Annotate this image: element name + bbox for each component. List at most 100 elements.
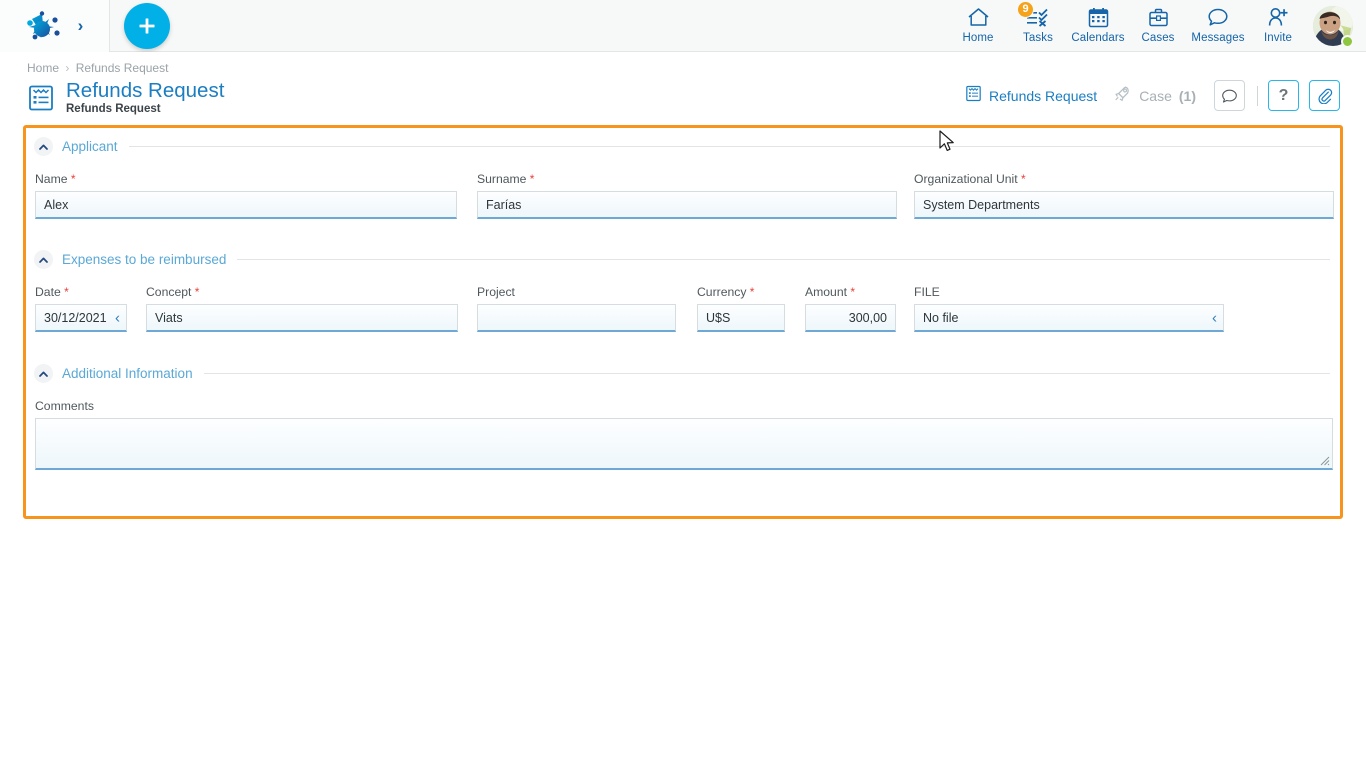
create-new-button[interactable] bbox=[124, 3, 170, 49]
nav-label-tasks: Tasks bbox=[1023, 32, 1053, 44]
calendar-picker-icon[interactable]: ‹ bbox=[115, 311, 120, 326]
bizagi-logo-icon bbox=[26, 11, 60, 41]
field-label-name: Name * bbox=[35, 172, 457, 186]
label-text-file: FILE bbox=[914, 285, 940, 299]
label-text-date: Date bbox=[35, 285, 61, 299]
topbar-nav-items: Home 9 Tasks bbox=[948, 0, 1366, 52]
field-label-project: Project bbox=[477, 285, 676, 299]
field-label-currency: Currency * bbox=[697, 285, 785, 299]
label-text-currency: Currency bbox=[697, 285, 746, 299]
label-text-surname: Surname bbox=[477, 172, 526, 186]
breadcrumb-current[interactable]: Refunds Request bbox=[76, 61, 169, 75]
section-header-expenses: Expenses to be reimbursed bbox=[34, 250, 1332, 269]
field-organizational-unit: Organizational Unit * System Departments bbox=[914, 172, 1334, 219]
section-header-additional: Additional Information bbox=[34, 364, 1332, 383]
tab-refunds-request[interactable]: Refunds Request bbox=[957, 81, 1105, 111]
concept-input[interactable]: Viats bbox=[146, 304, 458, 332]
field-surname: Surname * Farías bbox=[477, 172, 897, 219]
field-concept: Concept * Viats bbox=[146, 285, 458, 332]
input-wrapper-amount: 300,00 bbox=[805, 304, 896, 332]
field-label-date: Date * bbox=[35, 285, 127, 299]
help-button[interactable]: ? bbox=[1268, 80, 1299, 111]
name-input[interactable]: Alex bbox=[35, 191, 457, 219]
collapse-toggle-expenses[interactable] bbox=[34, 250, 53, 269]
rocket-icon bbox=[1113, 85, 1132, 107]
collapse-toggle-additional[interactable] bbox=[34, 364, 53, 383]
nav-item-calendars[interactable]: Calendars bbox=[1068, 0, 1128, 52]
organizational-unit-input[interactable]: System Departments bbox=[914, 191, 1334, 219]
input-wrapper-date: 30/12/2021 ‹ bbox=[35, 304, 127, 332]
nav-item-home[interactable]: Home bbox=[948, 0, 1008, 52]
tab-case-count: (1) bbox=[1179, 88, 1196, 104]
tab-case[interactable]: Case (1) bbox=[1105, 81, 1204, 111]
field-label-amount: Amount * bbox=[805, 285, 896, 299]
label-text-organizational-unit: Organizational Unit bbox=[914, 172, 1018, 186]
amount-input[interactable]: 300,00 bbox=[805, 304, 896, 332]
field-project: Project bbox=[477, 285, 676, 332]
bizagi-logo[interactable] bbox=[26, 11, 60, 41]
breadcrumb-home[interactable]: Home bbox=[27, 61, 59, 75]
tab-label-refunds-request: Refunds Request bbox=[989, 88, 1097, 104]
label-text-concept: Concept bbox=[146, 285, 191, 299]
field-label-organizational-unit: Organizational Unit * bbox=[914, 172, 1334, 186]
nav-item-messages[interactable]: Messages bbox=[1188, 0, 1248, 52]
field-file: FILE No file ‹ bbox=[914, 285, 1224, 332]
breadcrumb: Home › Refunds Request bbox=[27, 61, 168, 75]
refunds-request-form-panel: Applicant Name * Alex Surname * Farías O… bbox=[23, 125, 1343, 519]
page-title-block: Refunds Request Refunds Request bbox=[27, 80, 224, 115]
home-icon bbox=[967, 5, 990, 30]
comments-textarea[interactable] bbox=[35, 418, 1333, 470]
sidebar-expand-toggle[interactable]: › bbox=[78, 17, 84, 34]
nav-label-calendars: Calendars bbox=[1071, 32, 1124, 44]
input-wrapper-name: Alex bbox=[35, 191, 457, 219]
field-label-comments: Comments bbox=[35, 399, 1333, 413]
surname-input[interactable]: Farías bbox=[477, 191, 897, 219]
chevron-up-icon bbox=[39, 371, 48, 377]
page-title-texts: Refunds Request Refunds Request bbox=[66, 80, 224, 115]
project-input[interactable] bbox=[477, 304, 676, 332]
speech-bubble-icon bbox=[1221, 88, 1238, 104]
section-title-applicant: Applicant bbox=[62, 139, 118, 154]
calendar-icon bbox=[1088, 5, 1109, 30]
currency-input[interactable]: U$S bbox=[697, 304, 785, 332]
required-marker: * bbox=[526, 172, 534, 186]
resize-grip-icon[interactable] bbox=[1318, 454, 1330, 466]
nav-label-home: Home bbox=[962, 32, 993, 44]
section-rule bbox=[129, 146, 1330, 147]
nav-item-tasks[interactable]: 9 Tasks bbox=[1008, 0, 1068, 52]
file-input[interactable]: No file bbox=[914, 304, 1224, 332]
input-wrapper-file: No file ‹ bbox=[914, 304, 1224, 332]
paperclip-icon bbox=[1316, 87, 1333, 104]
label-text-project: Project bbox=[477, 285, 515, 299]
field-date: Date * 30/12/2021 ‹ bbox=[35, 285, 127, 332]
input-wrapper-project bbox=[477, 304, 676, 332]
plus-icon bbox=[137, 16, 157, 36]
online-status-indicator bbox=[1341, 35, 1354, 48]
attachments-button[interactable] bbox=[1309, 80, 1340, 111]
input-wrapper-concept: Viats bbox=[146, 304, 458, 332]
required-marker: * bbox=[847, 285, 855, 299]
collapse-toggle-applicant[interactable] bbox=[34, 137, 53, 156]
section-header-applicant: Applicant bbox=[34, 137, 1332, 156]
form-tab-icon bbox=[965, 85, 982, 107]
logo-zone: › bbox=[0, 0, 110, 52]
create-zone bbox=[110, 3, 170, 49]
question-mark-icon: ? bbox=[1279, 88, 1289, 104]
field-amount: Amount * 300,00 bbox=[805, 285, 896, 332]
field-comments: Comments bbox=[35, 399, 1333, 470]
field-label-file: FILE bbox=[914, 285, 1224, 299]
field-label-surname: Surname * bbox=[477, 172, 897, 186]
top-navigation-bar: › Home 9 bbox=[0, 0, 1366, 52]
field-currency: Currency * U$S bbox=[697, 285, 785, 332]
form-icon bbox=[27, 84, 55, 112]
comments-button[interactable] bbox=[1214, 80, 1245, 111]
page-title: Refunds Request bbox=[66, 80, 224, 102]
invite-user-icon bbox=[1267, 5, 1289, 30]
section-title-expenses: Expenses to be reimbursed bbox=[62, 252, 226, 267]
nav-item-cases[interactable]: Cases bbox=[1128, 0, 1188, 52]
avatar[interactable] bbox=[1308, 0, 1358, 52]
file-picker-icon[interactable]: ‹ bbox=[1212, 311, 1217, 326]
header-divider bbox=[1257, 86, 1258, 106]
nav-item-invite[interactable]: Invite bbox=[1248, 0, 1308, 52]
date-input[interactable]: 30/12/2021 bbox=[35, 304, 127, 332]
